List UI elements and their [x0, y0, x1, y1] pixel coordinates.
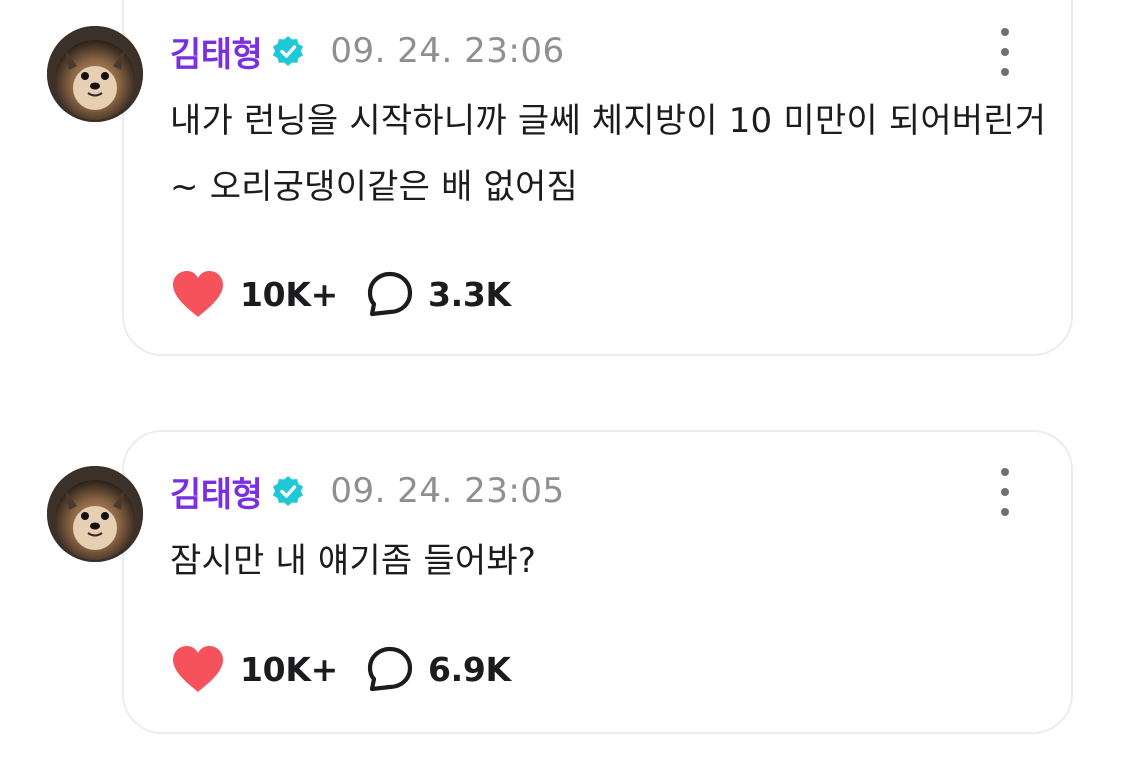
dot: [1001, 468, 1009, 476]
like-count[interactable]: 10K+: [240, 275, 338, 314]
speech-bubble-icon[interactable]: [366, 270, 414, 318]
dot: [1001, 68, 1009, 76]
post-header: 김태형 09. 24. 23:06: [170, 26, 565, 76]
post-feed: 김태형 09. 24. 23:06 내가 런닝을 시작하니까 글쎄 체지방이 1…: [0, 0, 1125, 759]
dot: [1001, 508, 1009, 516]
like-count[interactable]: 10K+: [240, 650, 338, 689]
post-item[interactable]: 김태형 09. 24. 23:06 내가 런닝을 시작하니까 글쎄 체지방이 1…: [0, 0, 1125, 360]
pomeranian-avatar-image: [47, 26, 143, 122]
comment-count[interactable]: 3.3K: [428, 275, 511, 314]
dot: [1001, 48, 1009, 56]
heart-icon[interactable]: [170, 269, 226, 319]
more-options-icon[interactable]: [990, 28, 1020, 76]
post-header: 김태형 09. 24. 23:05: [170, 466, 565, 516]
more-options-icon[interactable]: [990, 468, 1020, 516]
post-actions: 10K+ 3.3K: [170, 266, 511, 322]
dot: [1001, 28, 1009, 36]
post-text: 잠시만 내 얘기좀 들어봐?: [170, 541, 537, 581]
author-name[interactable]: 김태형: [170, 27, 263, 76]
verified-badge-icon: [272, 475, 304, 507]
avatar[interactable]: [47, 466, 143, 562]
post-actions: 10K+ 6.9K: [170, 641, 511, 697]
post-item[interactable]: 김태형 09. 24. 23:05 잠시만 내 얘기좀 들어봐? 10K+ 6.…: [0, 430, 1125, 740]
pomeranian-avatar-image: [47, 466, 143, 562]
heart-icon[interactable]: [170, 644, 226, 694]
verified-badge-icon: [272, 35, 304, 67]
post-text: 내가 런닝을 시작하니까 글쎄 체지방이 10 미만이 되어버린거~ 오리궁댕이…: [170, 101, 1047, 207]
avatar[interactable]: [47, 26, 143, 122]
post-timestamp: 09. 24. 23:05: [330, 471, 565, 511]
author-name[interactable]: 김태형: [170, 467, 263, 516]
post-timestamp: 09. 24. 23:06: [330, 31, 565, 71]
dot: [1001, 488, 1009, 496]
comment-count[interactable]: 6.9K: [428, 650, 511, 689]
speech-bubble-icon[interactable]: [366, 645, 414, 693]
